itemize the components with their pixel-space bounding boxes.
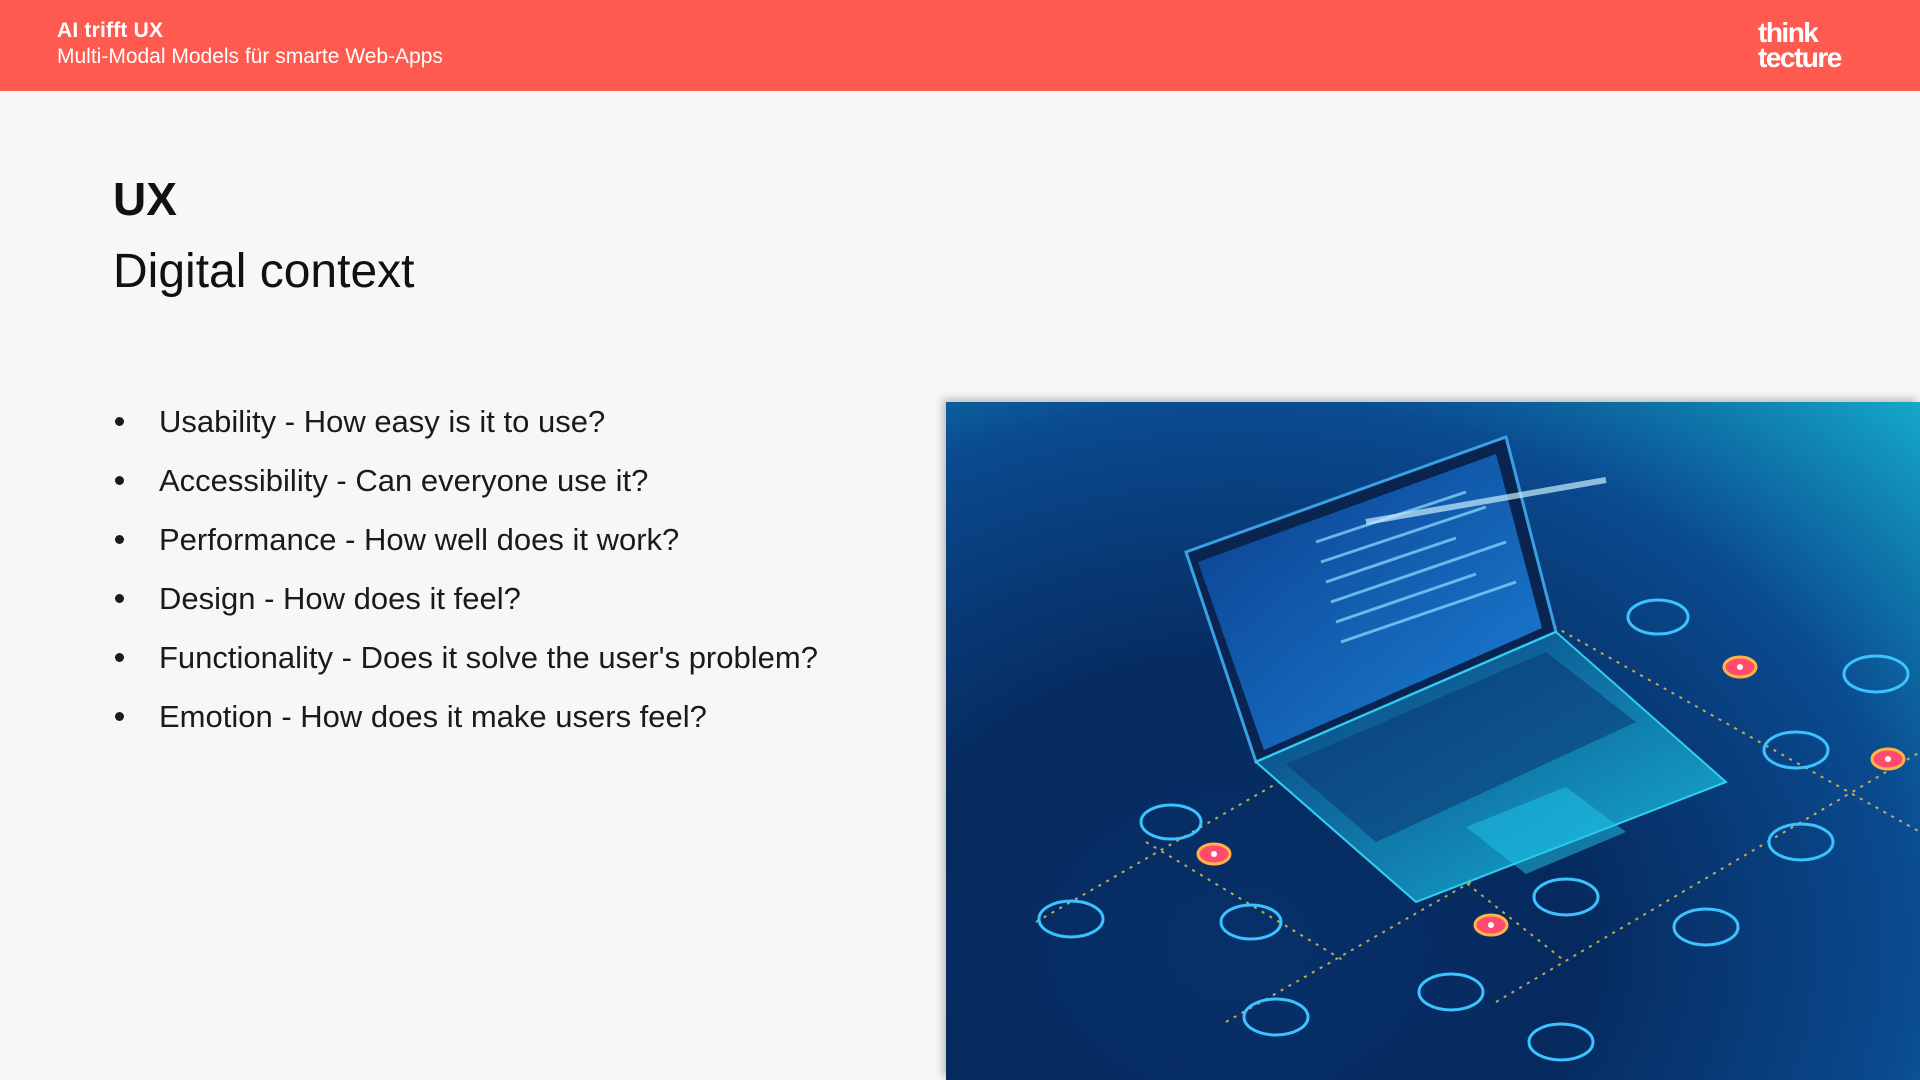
bullet-text: Functionality - Does it solve the user's…	[159, 640, 818, 675]
bullet-text: Accessibility - Can everyone use it?	[159, 463, 649, 498]
logo-line-2: tecture	[1758, 42, 1842, 73]
bullet-item: Usability - How easy is it to use?	[113, 398, 818, 457]
header-subtitle: Multi-Modal Models für smarte Web-Apps	[57, 45, 443, 68]
thinktecture-logo: think tecture	[1758, 19, 1848, 73]
bullet-item: Performance - How well does it work?	[113, 516, 818, 575]
bullet-dot-icon	[115, 476, 124, 485]
bullet-item: Emotion - How does it make users feel?	[113, 693, 818, 752]
bullet-text: Design - How does it feel?	[159, 581, 521, 616]
bullet-text: Performance - How well does it work?	[159, 522, 680, 557]
slide-subtitle: Digital context	[113, 245, 415, 298]
laptop-network-illustration-icon	[1035, 435, 1920, 1062]
bullet-item: Accessibility - Can everyone use it?	[113, 457, 818, 516]
bullet-list: Usability - How easy is it to use? Acces…	[113, 398, 818, 752]
bullet-dot-icon	[115, 417, 124, 426]
bullet-dot-icon	[115, 653, 124, 662]
header-title: AI trifft UX	[57, 19, 164, 42]
bullet-dot-icon	[115, 535, 124, 544]
bullet-text: Emotion - How does it make users feel?	[159, 699, 707, 734]
bullet-dot-icon	[115, 712, 124, 721]
bullet-item: Functionality - Does it solve the user's…	[113, 634, 818, 693]
bullet-dot-icon	[115, 594, 124, 603]
laptop-network-illustration	[946, 402, 1920, 1080]
bullet-item: Design - How does it feel?	[113, 575, 818, 634]
slide-title: UX	[113, 173, 177, 225]
header-bar: AI trifft UX Multi-Modal Models für smar…	[0, 0, 1920, 91]
bullet-text: Usability - How easy is it to use?	[159, 404, 606, 439]
